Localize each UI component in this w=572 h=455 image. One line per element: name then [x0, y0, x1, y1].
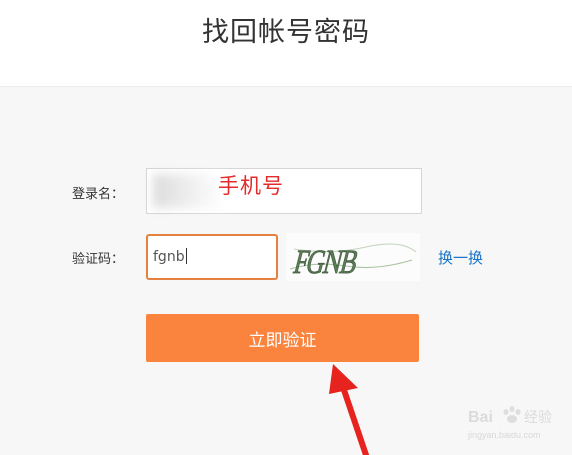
page-title: 找回帐号密码 [202, 17, 370, 48]
captcha-input[interactable]: fgnb [146, 234, 278, 280]
annotation-arrow-icon [329, 364, 369, 455]
captcha-input-value: fgnb [153, 248, 187, 265]
page-header: 找回帐号密码 [0, 0, 572, 87]
refresh-captcha-link[interactable]: 换一换 [438, 247, 483, 268]
watermark-url: jingyan.baidu.com [468, 430, 541, 440]
phone-annotation: 手机号 [218, 174, 284, 198]
captcha-label: 验证码： [72, 252, 125, 267]
baidu-paw-icon: Bai 经验 [468, 406, 552, 426]
svg-text:经验: 经验 [524, 409, 552, 425]
blurred-username-mask [153, 174, 223, 208]
username-input[interactable] [146, 168, 422, 214]
baidu-watermark: Bai 经验 jingyan.baidu.com [468, 400, 568, 450]
text-caret [185, 248, 187, 264]
captcha-graphic: FGNB [286, 233, 420, 281]
username-label: 登录名： [72, 187, 125, 202]
captcha-image[interactable]: FGNB [286, 233, 420, 281]
verify-submit-button[interactable]: 立即验证 [146, 314, 419, 362]
svg-text:Bai: Bai [468, 409, 493, 426]
captcha-text: FGNB [290, 243, 361, 281]
